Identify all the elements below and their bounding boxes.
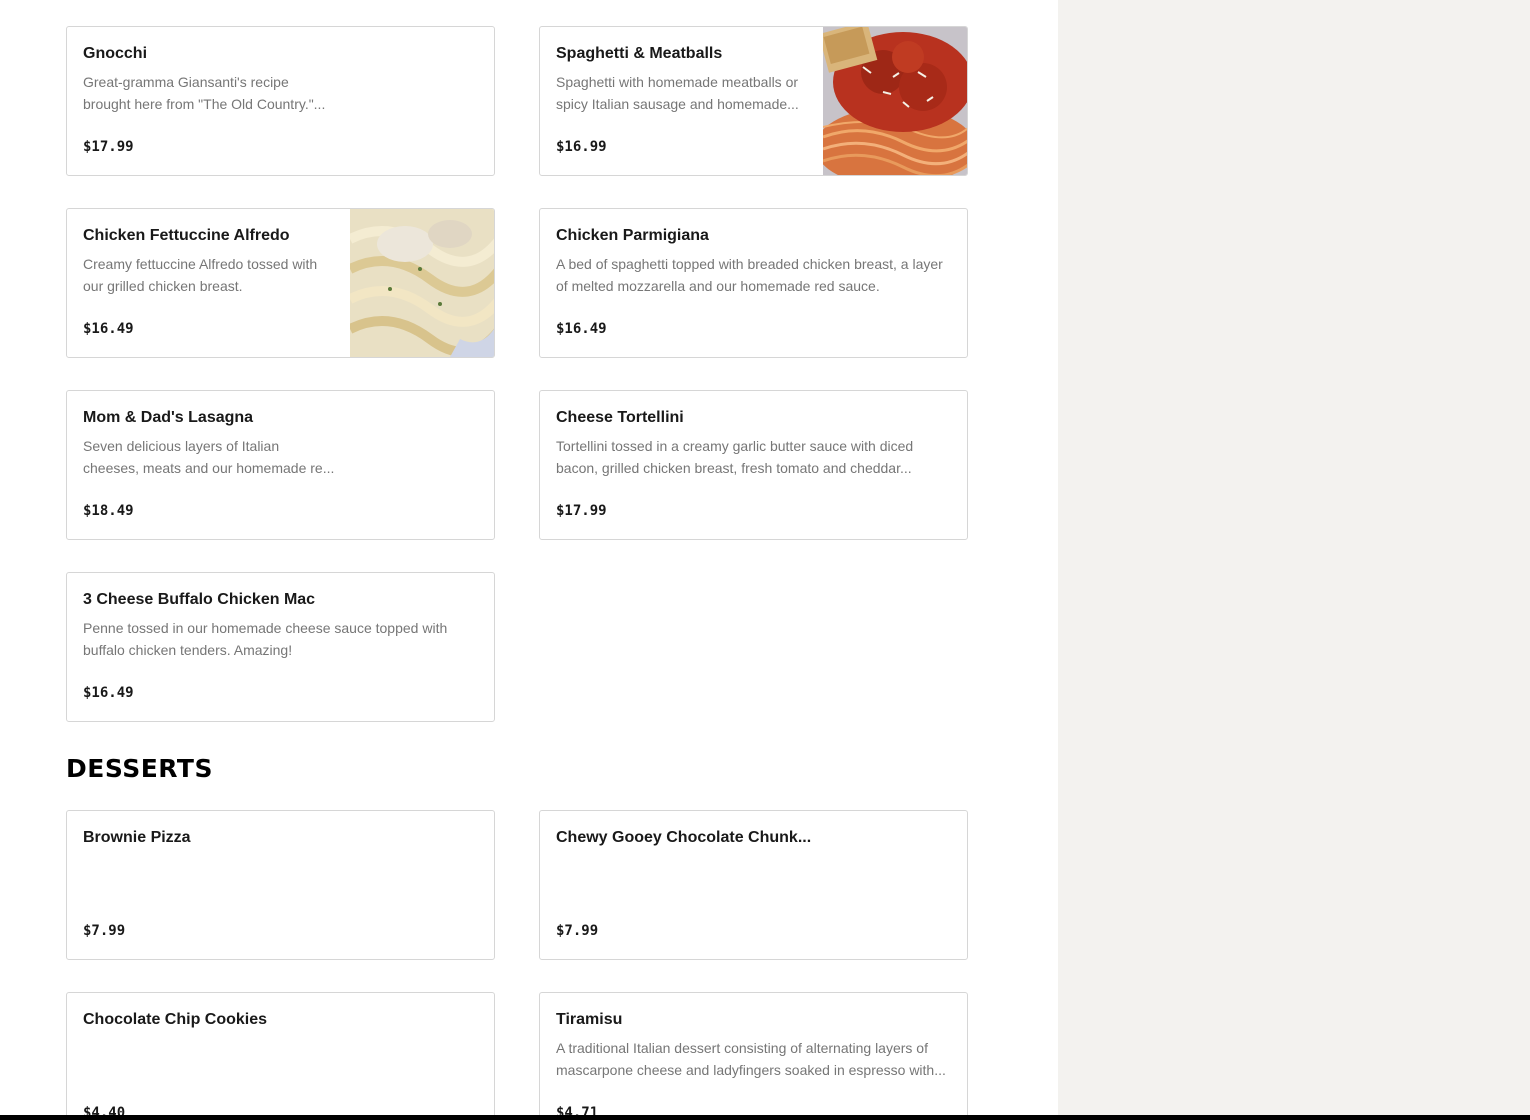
menu-item-name: Gnocchi — [83, 45, 148, 62]
menu-item-price: $16.49 — [83, 321, 134, 337]
menu-item-card-chicken-fettuccine-alfredo[interactable]: Chicken Fettuccine Alfredo Creamy fettuc… — [66, 208, 495, 358]
menu-item-name: 3 Cheese Buffalo Chicken Mac — [83, 591, 316, 608]
menu-item-card-cheese-tortellini[interactable]: Cheese Tortellini Tortellini tossed in a… — [539, 390, 968, 540]
right-sidebar-panel — [1058, 0, 1530, 1120]
menu-item-description: Penne tossed in our homemade cheese sauc… — [83, 620, 448, 658]
menu-item-name: Spaghetti & Meatballs — [556, 45, 723, 62]
menu-item-name: Chewy Gooey Chocolate Chunk... — [556, 829, 812, 846]
menu-item-name: Brownie Pizza — [83, 829, 191, 846]
menu-item-name: Chicken Fettuccine Alfredo — [83, 227, 290, 244]
menu-item-description: Seven delicious layers of Italian cheese… — [83, 438, 335, 476]
menu-item-card-chicken-parmigiana[interactable]: Chicken Parmigiana A bed of spaghetti to… — [539, 208, 968, 358]
menu-item-name: Cheese Tortellini — [556, 409, 684, 426]
menu-item-description: Spaghetti with homemade meatballs or spi… — [556, 74, 799, 112]
menu-item-card-buffalo-chicken-mac[interactable]: 3 Cheese Buffalo Chicken Mac Penne tosse… — [66, 572, 495, 722]
fettuccine-alfredo-photo — [350, 209, 494, 357]
menu-item-name: Mom & Dad's Lasagna — [83, 409, 254, 426]
menu-item-price: $16.99 — [556, 139, 607, 155]
menu-item-description: Tortellini tossed in a creamy garlic but… — [556, 438, 914, 476]
menu-item-card-chocolate-chip-cookies[interactable]: Chocolate Chip Cookies $4.40 — [66, 992, 495, 1120]
bottom-edge-bar — [0, 1115, 1530, 1120]
menu-main-area: Gnocchi Great-gramma Giansanti's recipe … — [0, 0, 1058, 1120]
menu-item-card-mom-dads-lasagna[interactable]: Mom & Dad's Lasagna Seven delicious laye… — [66, 390, 495, 540]
menu-item-card-chocolate-chunk[interactable]: Chewy Gooey Chocolate Chunk... $7.99 — [539, 810, 968, 960]
menu-item-description: A traditional Italian dessert consisting… — [556, 1040, 946, 1078]
menu-item-price: $16.49 — [556, 321, 607, 337]
menu-item-price: $7.99 — [556, 923, 599, 939]
spaghetti-meatballs-photo — [823, 27, 967, 175]
menu-item-name: Chocolate Chip Cookies — [83, 1011, 268, 1028]
menu-item-name: Chicken Parmigiana — [556, 227, 709, 244]
menu-item-card-tiramisu[interactable]: Tiramisu A traditional Italian dessert c… — [539, 992, 968, 1120]
menu-item-description: Creamy fettuccine Alfredo tossed with ou… — [83, 256, 318, 294]
menu-item-price: $17.99 — [83, 139, 134, 155]
menu-item-card-gnocchi[interactable]: Gnocchi Great-gramma Giansanti's recipe … — [66, 26, 495, 176]
menu-item-card-brownie-pizza[interactable]: Brownie Pizza $7.99 — [66, 810, 495, 960]
menu-item-description: A bed of spaghetti topped with breaded c… — [556, 256, 943, 294]
menu-item-price: $17.99 — [556, 503, 607, 519]
menu-item-price: $18.49 — [83, 503, 134, 519]
menu-item-name: Tiramisu — [556, 1011, 623, 1028]
menu-item-price: $16.49 — [83, 685, 134, 701]
menu-item-price: $7.99 — [83, 923, 126, 939]
section-title-desserts: DESSERTS — [66, 754, 213, 783]
menu-item-description: Great-gramma Giansanti's recipe brought … — [83, 74, 326, 112]
menu-item-card-spaghetti-meatballs[interactable]: Spaghetti & Meatballs Spaghetti with hom… — [539, 26, 968, 176]
